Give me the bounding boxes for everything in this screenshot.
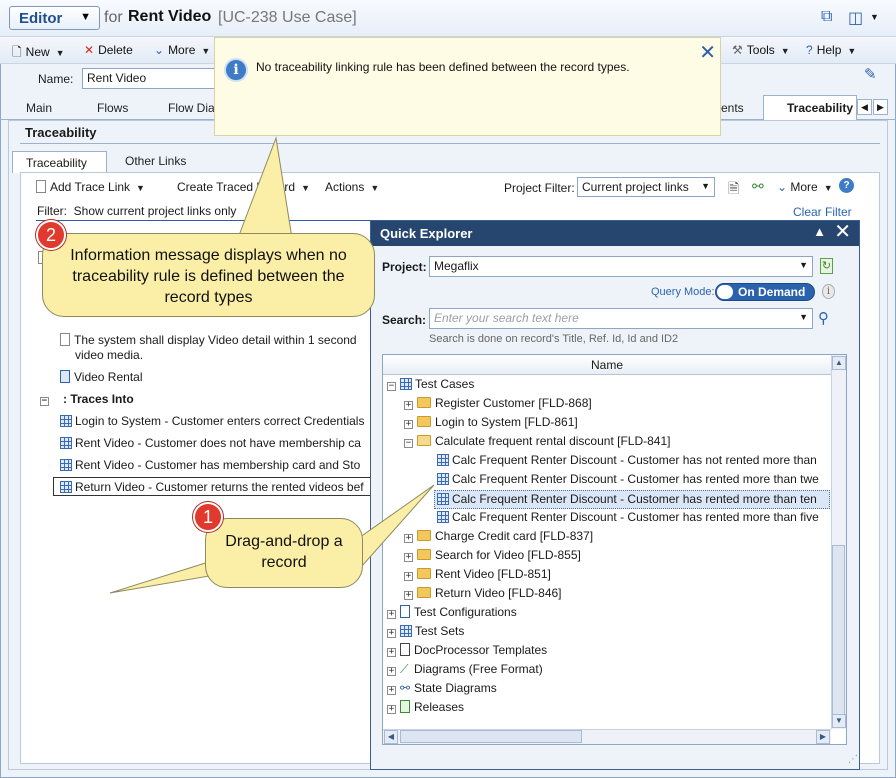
callout-two-text: Information message displays when no tra…: [70, 247, 347, 306]
callout-one-pointer-right: [355, 484, 435, 568]
callout-two: Information message displays when no tra…: [42, 233, 375, 317]
callout-two-pointer: [237, 136, 293, 239]
callout-one: Drag-and-drop a record: [205, 518, 363, 588]
callout-one-pointer-left: [109, 559, 216, 594]
callout-one-text: Drag-and-drop a record: [225, 533, 343, 571]
callout-pointers: [109, 136, 435, 594]
callout-one-badge: 1: [193, 502, 223, 532]
callout-two-badge: 2: [36, 220, 66, 250]
